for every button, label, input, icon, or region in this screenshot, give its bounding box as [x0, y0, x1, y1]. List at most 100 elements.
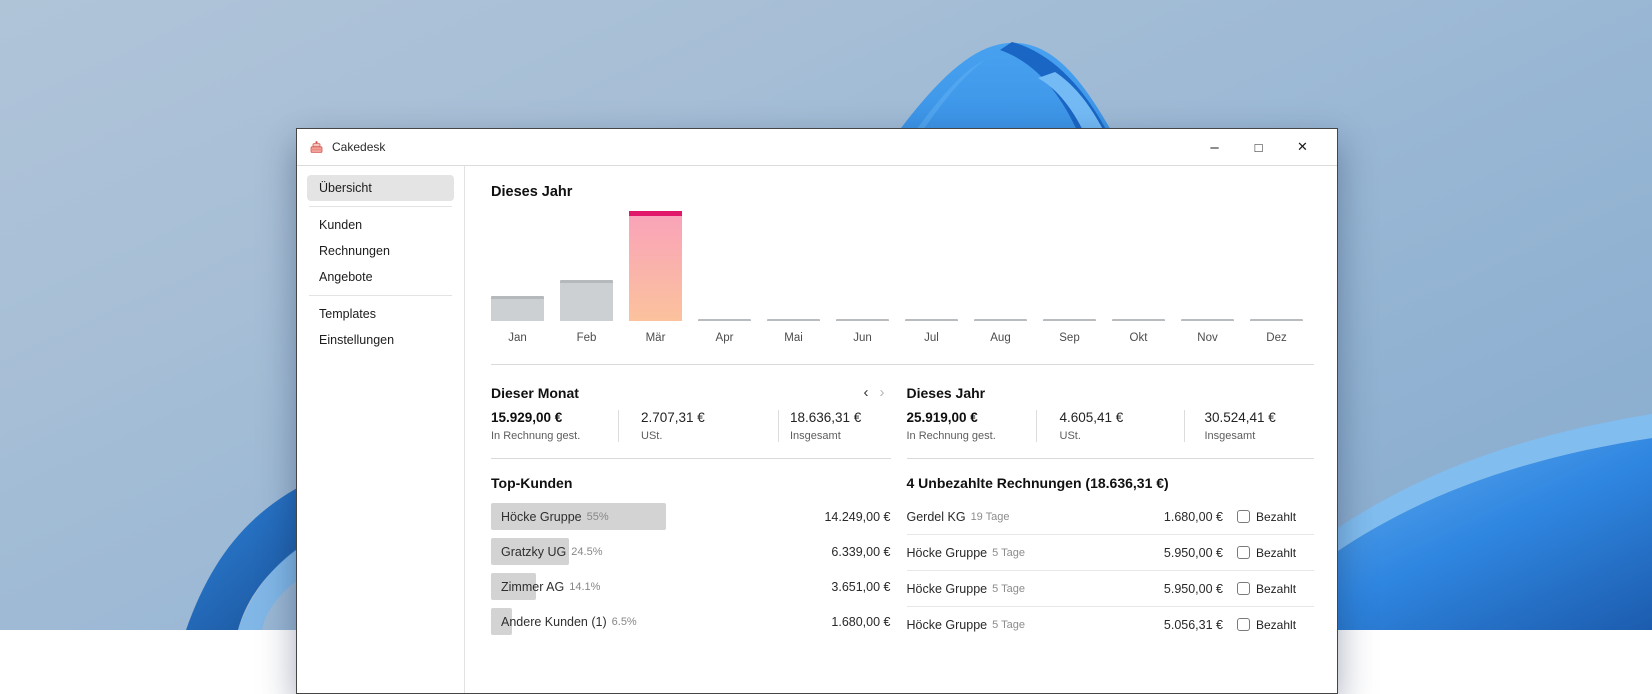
chart-column: Jan: [491, 211, 544, 344]
unpaid-invoices-title: 4 Unbezahlte Rechnungen (18.636,31 €): [906, 475, 1169, 491]
customer-amount: 6.339,00 €: [831, 544, 891, 559]
chart-column: Mär: [629, 211, 682, 344]
maximize-button[interactable]: □: [1244, 134, 1273, 160]
invoice-customer: Höcke Gruppe: [906, 545, 988, 560]
invoice-age: 5 Tage: [992, 618, 1025, 631]
chart-month-label: Apr: [715, 332, 734, 344]
paid-toggle: Bezahlt: [1237, 510, 1314, 524]
window-controls: – □ ✕: [1200, 134, 1325, 160]
unpaid-invoices-section: 4 Unbezahlte Rechnungen (18.636,31 €) Ge…: [906, 458, 1315, 642]
sidebar: Übersicht Kunden Rechnungen Angebote Tem…: [297, 166, 465, 693]
close-button[interactable]: ✕: [1288, 134, 1317, 160]
customer-percent: 55%: [586, 510, 609, 523]
paid-toggle: Bezahlt: [1237, 618, 1314, 632]
customer-percent: 14.1%: [569, 580, 601, 593]
next-month-button[interactable]: ›: [880, 385, 885, 400]
window-body: Übersicht Kunden Rechnungen Angebote Tem…: [297, 166, 1337, 693]
chart-column: Aug: [974, 211, 1027, 344]
top-customers-section: Top-Kunden Höcke Gruppe 55% 14.249,00 € …: [491, 458, 891, 642]
sidebar-item-templates[interactable]: Templates: [307, 301, 454, 327]
chart-column: Okt: [1112, 211, 1165, 344]
chart-bar-mai: [767, 319, 820, 321]
customer-name: Höcke Gruppe: [501, 509, 582, 524]
chart-bar-feb: [560, 280, 613, 321]
invoice-age: 5 Tage: [992, 582, 1025, 595]
minimize-button[interactable]: –: [1200, 134, 1229, 160]
chart-column: Apr: [698, 211, 751, 344]
invoice-customer: Gerdel KG: [906, 509, 966, 524]
customer-name: Andere Kunden (1): [501, 614, 607, 629]
invoice-row[interactable]: Höcke Gruppe 5 Tage 5.950,00 € Bezahlt: [906, 570, 1314, 606]
cake-icon: [309, 140, 324, 155]
chart-month-label: Jul: [924, 332, 939, 344]
prev-month-button[interactable]: ‹: [864, 385, 869, 400]
window-title: Cakedesk: [332, 140, 386, 154]
customer-row: Gratzky UG 24.5% 6.339,00 €: [491, 534, 891, 569]
customer-percent: 6.5%: [611, 615, 637, 628]
sidebar-item-einstellungen[interactable]: Einstellungen: [307, 327, 454, 353]
stats-this-year: Dieses Jahr 25.919,00 € In Rechnung gest…: [907, 384, 1315, 442]
invoice-age: 5 Tage: [992, 546, 1025, 559]
paid-toggle: Bezahlt: [1237, 582, 1314, 596]
sidebar-item-angebote[interactable]: Angebote: [307, 264, 454, 290]
bezahlt-checkbox[interactable]: [1237, 582, 1250, 595]
revenue-bar-chart: Jan Feb Mär Apr Mai Jun Jul Aug Sep Okt Nov Dez: [491, 211, 1314, 344]
chart-title: Dieses Jahr: [491, 184, 573, 200]
sidebar-item-uebersicht[interactable]: Übersicht: [307, 175, 454, 201]
chart-column: Jun: [836, 211, 889, 344]
top-customers-title: Top-Kunden: [491, 475, 573, 491]
invoice-customer: Höcke Gruppe: [906, 617, 988, 632]
stat-year-vat: 4.605,41 € USt.: [1035, 410, 1184, 442]
chart-month-label: Okt: [1129, 332, 1148, 344]
customer-row: Zimmer AG 14.1% 3.651,00 €: [491, 569, 891, 604]
chart-bar-jun: [836, 319, 889, 321]
chart-column: Sep: [1043, 211, 1096, 344]
chart-bar-nov: [1181, 319, 1234, 321]
chart-bar-jan: [491, 296, 544, 321]
customer-row: Andere Kunden (1) 6.5% 1.680,00 €: [491, 604, 891, 639]
stats-row: Dieser Monat ‹ › 15.929,00 € In Rechnung…: [491, 365, 1314, 442]
customer-name: Zimmer AG: [501, 579, 565, 594]
invoice-row[interactable]: Gerdel KG 19 Tage 1.680,00 € Bezahlt: [907, 499, 1315, 534]
chart-column: Feb: [560, 211, 613, 344]
bezahlt-label[interactable]: Bezahlt: [1256, 618, 1296, 632]
chart-bar-sep: [1043, 319, 1096, 321]
chart-month-label: Jan: [508, 332, 527, 344]
stat-month-invoiced: 15.929,00 € In Rechnung gest.: [491, 410, 581, 442]
invoice-row[interactable]: Höcke Gruppe 5 Tage 5.950,00 € Bezahlt: [906, 534, 1314, 570]
month-nav: ‹ ›: [864, 385, 885, 400]
chart-month-label: Mär: [645, 332, 666, 344]
bezahlt-checkbox[interactable]: [1237, 510, 1250, 523]
invoice-row[interactable]: Höcke Gruppe 5 Tage 5.056,31 € Bezahlt: [906, 606, 1314, 642]
customer-percent: 24.5%: [571, 545, 603, 558]
sidebar-item-kunden[interactable]: Kunden: [307, 212, 454, 238]
invoice-age: 19 Tage: [970, 510, 1010, 523]
chart-bar-okt: [1112, 319, 1165, 321]
titlebar: Cakedesk – □ ✕: [297, 129, 1337, 166]
chart-column: Mai: [767, 211, 820, 344]
chart-month-label: Sep: [1059, 332, 1080, 344]
chart-column: Nov: [1181, 211, 1234, 344]
bezahlt-label[interactable]: Bezahlt: [1256, 546, 1296, 560]
sidebar-item-rechnungen[interactable]: Rechnungen: [307, 238, 454, 264]
chart-bar-aug: [974, 319, 1027, 321]
chart-bar-jul: [905, 319, 958, 321]
chart-column: Jul: [905, 211, 958, 344]
bezahlt-checkbox[interactable]: [1237, 618, 1250, 631]
customer-row: Höcke Gruppe 55% 14.249,00 €: [491, 499, 891, 534]
chart-month-label: Mai: [784, 332, 803, 344]
stat-year-invoiced: 25.919,00 € In Rechnung gest.: [906, 410, 996, 442]
invoice-customer: Höcke Gruppe: [906, 581, 988, 596]
invoice-amount: 5.950,00 €: [1163, 581, 1223, 596]
bezahlt-label[interactable]: Bezahlt: [1256, 582, 1296, 596]
stat-month-vat: 2.707,31 € USt.: [618, 410, 778, 442]
chart-month-label: Aug: [990, 332, 1011, 344]
chart-month-label: Dez: [1266, 332, 1287, 344]
app-window: Cakedesk – □ ✕ Übersicht Kunden Rechnung…: [296, 128, 1338, 694]
sidebar-divider: [309, 295, 452, 296]
invoice-amount: 1.680,00 €: [1163, 509, 1223, 524]
bezahlt-checkbox[interactable]: [1237, 546, 1250, 559]
bezahlt-label[interactable]: Bezahlt: [1256, 510, 1296, 524]
chart-bar-apr: [698, 319, 751, 321]
customer-amount: 3.651,00 €: [831, 579, 891, 594]
